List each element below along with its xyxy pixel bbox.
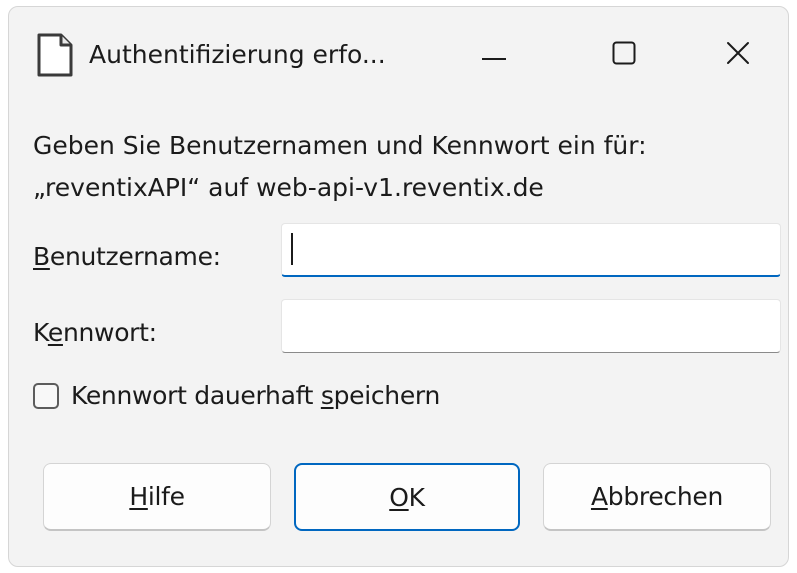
minimize-button[interactable] [449,25,539,85]
username-input[interactable] [281,223,781,277]
auth-dialog: Authentifizierung erfo... Geben Sie Benu… [8,6,789,567]
help-button[interactable]: Hilfe [43,463,271,531]
prompt-line-1: Geben Sie Benutzernamen und Kennwort ein… [33,131,647,160]
username-label-accel: B [33,242,50,271]
minimize-icon [482,46,506,65]
close-button[interactable] [693,25,783,85]
help-button-accel: H [129,482,148,511]
document-icon [35,33,75,77]
password-input[interactable] [281,299,781,353]
title-bar[interactable]: Authentifizierung erfo... [9,7,788,103]
username-label-text: enutzername: [49,242,221,271]
cancel-button-accel: A [590,482,608,511]
remember-label-pre: Kennwort dauerhaft [71,381,321,410]
username-label: Benutzername: [33,241,221,273]
help-button-label: ilfe [147,482,185,511]
auth-prompt: Geben Sie Benutzernamen und Kennwort ein… [33,125,647,209]
text-caret [291,233,293,265]
remember-label-accel: s [320,381,334,410]
remember-password-row[interactable]: Kennwort dauerhaft speichern [33,379,440,413]
password-label: Kennwort: [33,317,157,349]
ok-button[interactable]: OK [294,463,520,531]
ok-button-accel: O [389,482,409,512]
password-label-pre: K [33,318,48,347]
ok-button-label: K [408,482,425,512]
close-icon [726,41,750,69]
maximize-icon [612,41,636,69]
remember-label-text: peichern [333,381,441,410]
window-title: Authentifizierung erfo... [89,40,386,69]
maximize-button[interactable] [579,25,669,85]
password-label-text: nnwort: [62,318,157,347]
prompt-line-2: „reventixAPI“ auf web-api-v1.reventix.de [33,173,544,202]
password-label-accel: e [47,318,63,347]
cancel-button[interactable]: Abbrechen [543,463,771,531]
cancel-button-label: bbrechen [607,482,724,511]
remember-password-checkbox[interactable] [33,383,59,409]
remember-password-label[interactable]: Kennwort dauerhaft speichern [71,380,440,412]
